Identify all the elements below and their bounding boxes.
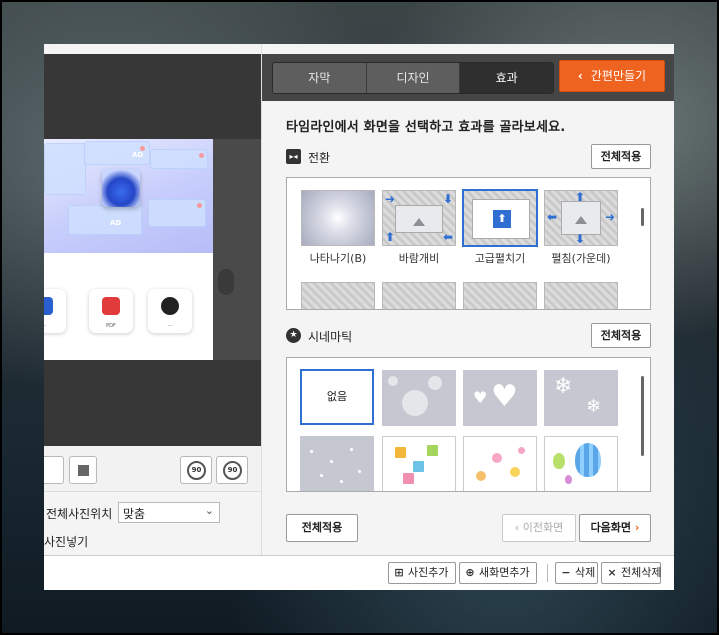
- screen-frame: [0, 0, 719, 635]
